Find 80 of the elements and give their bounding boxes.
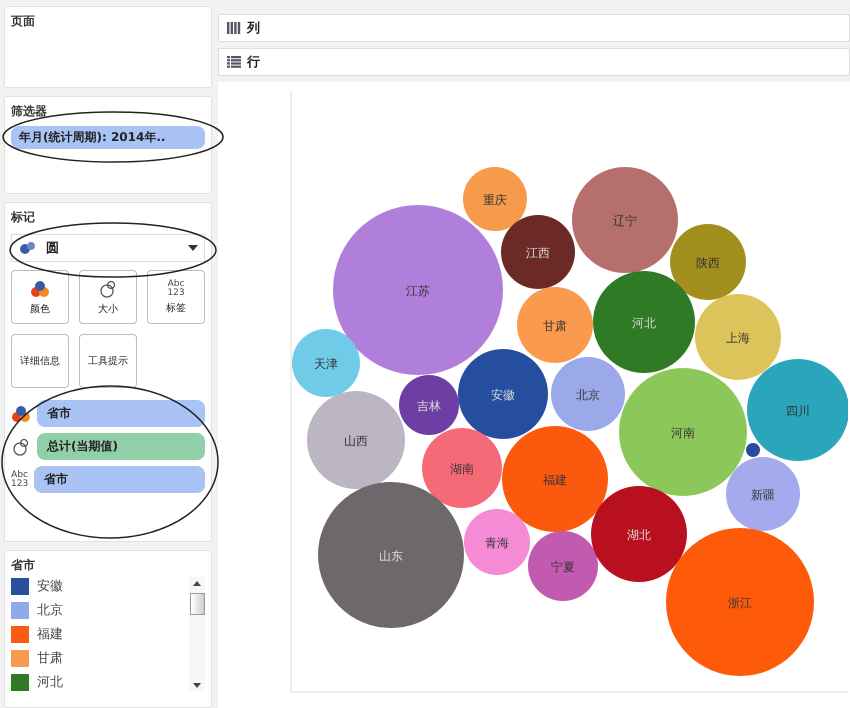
bubble[interactable] [318, 482, 464, 628]
bubble-label: 重庆 [483, 193, 507, 207]
rows-icon [227, 56, 241, 68]
bubble[interactable] [502, 426, 608, 532]
bubble-label: 江西 [526, 246, 550, 260]
bubble-label: 湖南 [450, 462, 474, 476]
bubble[interactable] [746, 443, 760, 457]
button-label: 大小 [98, 302, 118, 316]
abc-123-icon: Abc 123 [11, 470, 28, 488]
mark-type-dropdown[interactable]: 圆 [11, 234, 205, 262]
caret-icon [188, 245, 198, 251]
legend-label[interactable]: 福建 [37, 625, 63, 643]
mark-button[interactable]: 大小 [79, 270, 137, 324]
bubble-label: 吉林 [417, 399, 441, 413]
bubble[interactable] [463, 167, 527, 231]
bubble[interactable] [666, 528, 814, 676]
circles-outline-icon [11, 436, 31, 456]
bubble-label: 浙江 [728, 596, 752, 610]
legend-label[interactable]: 安徽 [37, 577, 63, 595]
button-label: 标签 [166, 302, 186, 314]
bubble-label: 福建 [543, 473, 567, 487]
filter-pill[interactable]: 年月(统计周期): 2014年.. [11, 126, 205, 149]
bubble-label: 山东 [379, 549, 403, 563]
mark-button[interactable]: 颜色 [11, 270, 69, 324]
bubble[interactable] [551, 357, 625, 431]
bubble-label: 辽宁 [613, 214, 637, 228]
mark-button[interactable]: 工具提示 [79, 334, 137, 388]
bubble[interactable] [591, 486, 687, 582]
bubble[interactable] [670, 224, 746, 300]
legend-title: 省市 [11, 557, 36, 574]
color-dots-icon [30, 278, 50, 298]
card-title: 标记 [11, 209, 36, 226]
bubble[interactable] [528, 531, 598, 601]
bubble[interactable] [517, 287, 593, 363]
bubble[interactable] [399, 375, 459, 435]
bubble[interactable] [619, 368, 747, 496]
bubble[interactable] [464, 509, 530, 575]
bubble[interactable] [747, 359, 848, 461]
color-dots-icon [11, 404, 31, 424]
bubble[interactable] [458, 349, 548, 439]
mark-button[interactable]: Abc 123 标签 [147, 270, 205, 324]
bubble[interactable] [422, 428, 502, 508]
field-pill[interactable]: 省市 [34, 466, 205, 493]
bubble-label: 湖北 [627, 528, 651, 542]
bubble-label: 新疆 [751, 488, 775, 502]
bubble-label: 北京 [576, 388, 600, 402]
bubble-label: 山西 [344, 434, 368, 448]
bubble[interactable] [307, 391, 405, 489]
field-pill[interactable]: 省市 [37, 400, 205, 427]
bubble-label: 天津 [314, 357, 338, 371]
mark-button[interactable]: 详细信息 [11, 334, 69, 388]
bubble-label: 四川 [786, 404, 810, 418]
bubble-label: 河南 [671, 426, 695, 440]
bubble-label: 陕西 [696, 256, 720, 270]
scrollbar[interactable] [189, 577, 205, 691]
abc-123-icon: Abc 123 [167, 280, 185, 298]
bubble-label: 河北 [632, 316, 656, 330]
legend-label[interactable]: 河北 [37, 673, 63, 691]
bubble-label: 安徽 [491, 388, 515, 402]
button-label: 详细信息 [20, 354, 60, 368]
bubble-label: 甘肃 [543, 319, 567, 333]
shelf-label: 列 [247, 20, 260, 37]
mark-type-label: 圆 [46, 240, 59, 257]
shelf-label: 行 [247, 54, 260, 71]
bubble[interactable] [593, 271, 695, 373]
bubble-label: 青海 [485, 536, 509, 550]
card-title: 页面 [11, 13, 36, 30]
columns-icon [227, 22, 241, 34]
card-title: 筛选器 [11, 103, 48, 120]
bubble-label: 江苏 [406, 284, 430, 298]
scroll-thumb[interactable] [190, 593, 204, 615]
bubble-label: 宁夏 [551, 560, 575, 574]
circles-outline-icon [98, 278, 118, 298]
bubble-label: 上海 [726, 331, 750, 345]
button-label: 工具提示 [88, 355, 128, 368]
field-pill[interactable]: 总计(当期值) [37, 433, 205, 460]
button-label: 颜色 [30, 302, 50, 316]
legend-label[interactable]: 北京 [37, 601, 63, 619]
bubble[interactable] [501, 215, 575, 289]
legend-label[interactable]: 甘肃 [37, 649, 63, 667]
